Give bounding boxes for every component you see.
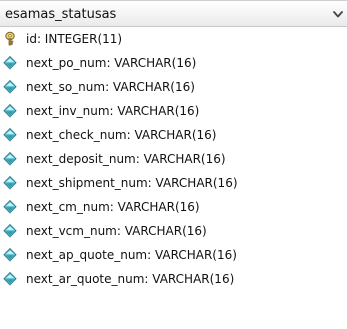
column-row-next-ar-quote-num[interactable]: next_ar_quote_num: VARCHAR(16)	[0, 267, 347, 291]
diamond-icon	[3, 175, 17, 190]
column-label: next_shipment_num: VARCHAR(16)	[26, 176, 238, 190]
column-row-next-deposit-num[interactable]: next_deposit_num: VARCHAR(16)	[0, 147, 347, 171]
column-row-next-shipment-num[interactable]: next_shipment_num: VARCHAR(16)	[0, 171, 347, 195]
diamond-icon	[3, 103, 17, 118]
column-row-next-po-num[interactable]: next_po_num: VARCHAR(16)	[0, 51, 347, 75]
column-label: next_cm_num: VARCHAR(16)	[26, 200, 200, 214]
key-icon	[5, 31, 15, 46]
column-row-next-so-num[interactable]: next_so_num: VARCHAR(16)	[0, 75, 347, 99]
column-label: next_inv_num: VARCHAR(16)	[26, 104, 200, 118]
column-row-next-inv-num[interactable]: next_inv_num: VARCHAR(16)	[0, 99, 347, 123]
column-label: id: INTEGER(11)	[26, 32, 123, 46]
column-row-next-ap-quote-num[interactable]: next_ap_quote_num: VARCHAR(16)	[0, 243, 347, 267]
entity-table-card: esamas_statusas id: INTEGER(11) next_po_…	[0, 0, 347, 329]
column-label: next_check_num: VARCHAR(16)	[26, 128, 217, 142]
column-label: next_vcm_num: VARCHAR(16)	[26, 224, 207, 238]
diamond-icon	[3, 247, 17, 262]
column-row-id[interactable]: id: INTEGER(11)	[0, 27, 347, 51]
column-label: next_ar_quote_num: VARCHAR(16)	[26, 272, 235, 286]
column-row-next-vcm-num[interactable]: next_vcm_num: VARCHAR(16)	[0, 219, 347, 243]
chevron-down-icon[interactable]	[333, 11, 343, 18]
diamond-icon	[3, 271, 17, 286]
diamond-icon	[3, 199, 17, 214]
column-label: next_po_num: VARCHAR(16)	[26, 56, 197, 70]
entity-header[interactable]: esamas_statusas	[0, 0, 347, 27]
entity-title: esamas_statusas	[5, 7, 117, 22]
diamond-icon	[3, 151, 17, 166]
column-label: next_ap_quote_num: VARCHAR(16)	[26, 248, 237, 262]
diamond-icon	[3, 55, 17, 70]
column-row-next-cm-num[interactable]: next_cm_num: VARCHAR(16)	[0, 195, 347, 219]
diamond-icon	[3, 223, 17, 238]
diamond-icon	[3, 79, 17, 94]
diamond-icon	[3, 127, 17, 142]
column-label: next_deposit_num: VARCHAR(16)	[26, 152, 226, 166]
column-label: next_so_num: VARCHAR(16)	[26, 80, 195, 94]
column-row-next-check-num[interactable]: next_check_num: VARCHAR(16)	[0, 123, 347, 147]
